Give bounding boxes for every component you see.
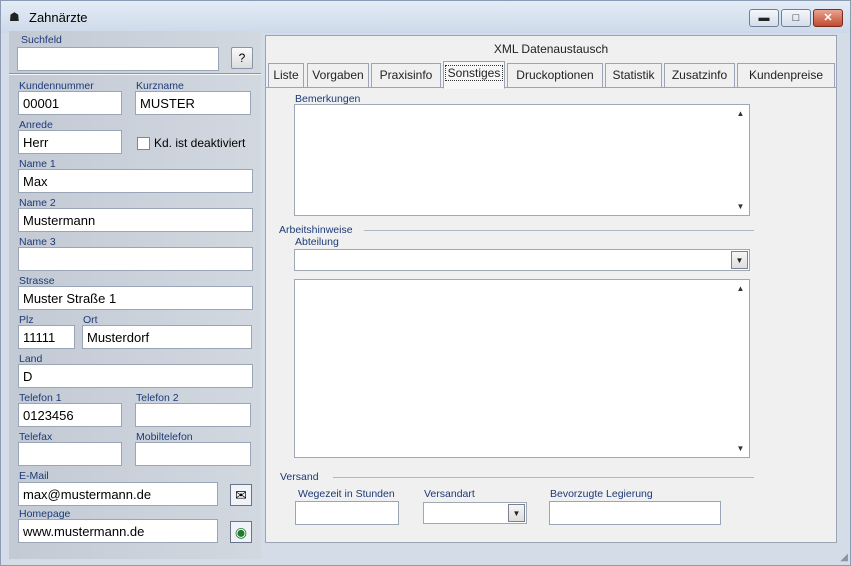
tab-label: Vorgaben bbox=[312, 68, 364, 82]
tab-druckoptionen[interactable]: Druckoptionen bbox=[507, 63, 603, 87]
maximize-icon: □ bbox=[792, 12, 800, 24]
chevron-down-icon[interactable]: ▼ bbox=[508, 504, 525, 522]
tab-label: Praxisinfo bbox=[379, 68, 433, 82]
close-button[interactable]: ✕ bbox=[813, 9, 843, 27]
tooth-icon: ☗ bbox=[9, 10, 20, 24]
homepage-field[interactable]: www.mustermann.de bbox=[18, 519, 218, 543]
scroll-up-icon[interactable]: ▲ bbox=[732, 284, 749, 293]
kurzname-field[interactable]: MUSTER bbox=[135, 91, 251, 115]
name1-field[interactable]: Max bbox=[18, 169, 253, 193]
browser-icon: ◉ bbox=[234, 524, 248, 540]
tab-label: Sonstiges bbox=[444, 65, 504, 81]
suchfeld-label: Suchfeld bbox=[21, 34, 62, 46]
close-icon: ✕ bbox=[823, 12, 833, 24]
minimize-icon: ▬ bbox=[758, 12, 770, 24]
scroll-up-icon[interactable]: ▲ bbox=[732, 109, 749, 118]
anrede-field[interactable]: Herr bbox=[18, 130, 122, 154]
arbeitshinweise-divider bbox=[364, 230, 754, 231]
kundennummer-field[interactable]: 00001 bbox=[18, 91, 122, 115]
scroll-down-icon[interactable]: ▼ bbox=[732, 444, 749, 453]
scroll-down-icon[interactable]: ▼ bbox=[732, 202, 749, 211]
wegezeit-field[interactable] bbox=[295, 501, 399, 525]
tab-label: Liste bbox=[273, 68, 299, 82]
tab-label: Zusatzinfo bbox=[671, 68, 728, 82]
versandart-select[interactable]: ▼ bbox=[423, 502, 527, 524]
bemerkungen-scrollbar[interactable]: ▲ ▼ bbox=[732, 105, 749, 215]
bemerkungen-textarea[interactable]: ▲ ▼ bbox=[294, 104, 750, 216]
main-window: ☗ Zahnärzte ▬ □ ✕ Suchfeld ? Kundennumme… bbox=[0, 0, 851, 566]
telefon1-field[interactable]: 0123456 bbox=[18, 403, 122, 427]
arbeitshinweise-label: Arbeitshinweise bbox=[279, 224, 353, 236]
email-field[interactable]: max@mustermann.de bbox=[18, 482, 218, 506]
plz-field[interactable]: 11111 bbox=[18, 325, 75, 349]
open-homepage-button[interactable]: ◉ bbox=[230, 521, 252, 543]
tab-statistik[interactable]: Statistik bbox=[605, 63, 662, 87]
tab-xml-datenaustausch[interactable]: XML Datenaustausch bbox=[265, 35, 837, 61]
name3-field[interactable] bbox=[18, 247, 253, 271]
send-email-button[interactable]: ✉ bbox=[230, 484, 252, 506]
search-input[interactable] bbox=[17, 47, 219, 71]
chevron-down-icon[interactable]: ▼ bbox=[731, 251, 748, 269]
tab-label: Statistik bbox=[612, 68, 655, 82]
telefax-field[interactable] bbox=[18, 442, 122, 466]
wegezeit-label: Wegezeit in Stunden bbox=[298, 488, 395, 500]
tab-kundenpreise[interactable]: Kundenpreise bbox=[737, 63, 835, 87]
ort-field[interactable]: Musterdorf bbox=[82, 325, 252, 349]
tab-praxisinfo[interactable]: Praxisinfo bbox=[371, 63, 441, 87]
abteilung-label: Abteilung bbox=[295, 236, 339, 248]
email-label: E-Mail bbox=[19, 470, 49, 482]
land-field[interactable]: D bbox=[18, 364, 253, 388]
arbeitshinweise-textarea[interactable]: ▲ ▼ bbox=[294, 279, 750, 458]
telefon2-field[interactable] bbox=[135, 403, 251, 427]
arbeitshinweise-scrollbar[interactable]: ▲ ▼ bbox=[732, 280, 749, 457]
legierung-label: Bevorzugte Legierung bbox=[550, 488, 653, 500]
strasse-field[interactable]: Muster Straße 1 bbox=[18, 286, 253, 310]
tab-label: Kundenpreise bbox=[748, 68, 824, 82]
maximize-button[interactable]: □ bbox=[781, 9, 811, 27]
window-title: Zahnärzte bbox=[29, 10, 88, 25]
mobil-field[interactable] bbox=[135, 442, 251, 466]
minimize-button[interactable]: ▬ bbox=[749, 9, 779, 27]
tab-label: Druckoptionen bbox=[516, 68, 594, 82]
search-help-button[interactable]: ? bbox=[231, 47, 253, 69]
name2-field[interactable]: Mustermann bbox=[18, 208, 253, 232]
legierung-field[interactable] bbox=[549, 501, 721, 525]
versand-label: Versand bbox=[280, 471, 319, 483]
abteilung-select[interactable]: ▼ bbox=[294, 249, 750, 271]
resize-grip-icon[interactable]: ◢ bbox=[840, 552, 848, 563]
tab-divider bbox=[265, 87, 837, 88]
deaktiviert-label: Kd. ist deaktiviert bbox=[154, 136, 246, 150]
tab-liste[interactable]: Liste bbox=[268, 63, 304, 87]
tab-zusatzinfo[interactable]: Zusatzinfo bbox=[664, 63, 735, 87]
divider bbox=[9, 73, 261, 75]
title-bar[interactable]: ☗ Zahnärzte ▬ □ ✕ bbox=[1, 1, 850, 33]
versandart-label: Versandart bbox=[424, 488, 475, 500]
tab-sonstiges[interactable]: Sonstiges bbox=[443, 61, 505, 89]
deaktiviert-checkbox[interactable] bbox=[137, 137, 150, 150]
tab-vorgaben[interactable]: Vorgaben bbox=[307, 63, 369, 87]
email-send-icon: ✉ bbox=[235, 487, 247, 503]
versand-divider bbox=[333, 477, 754, 478]
